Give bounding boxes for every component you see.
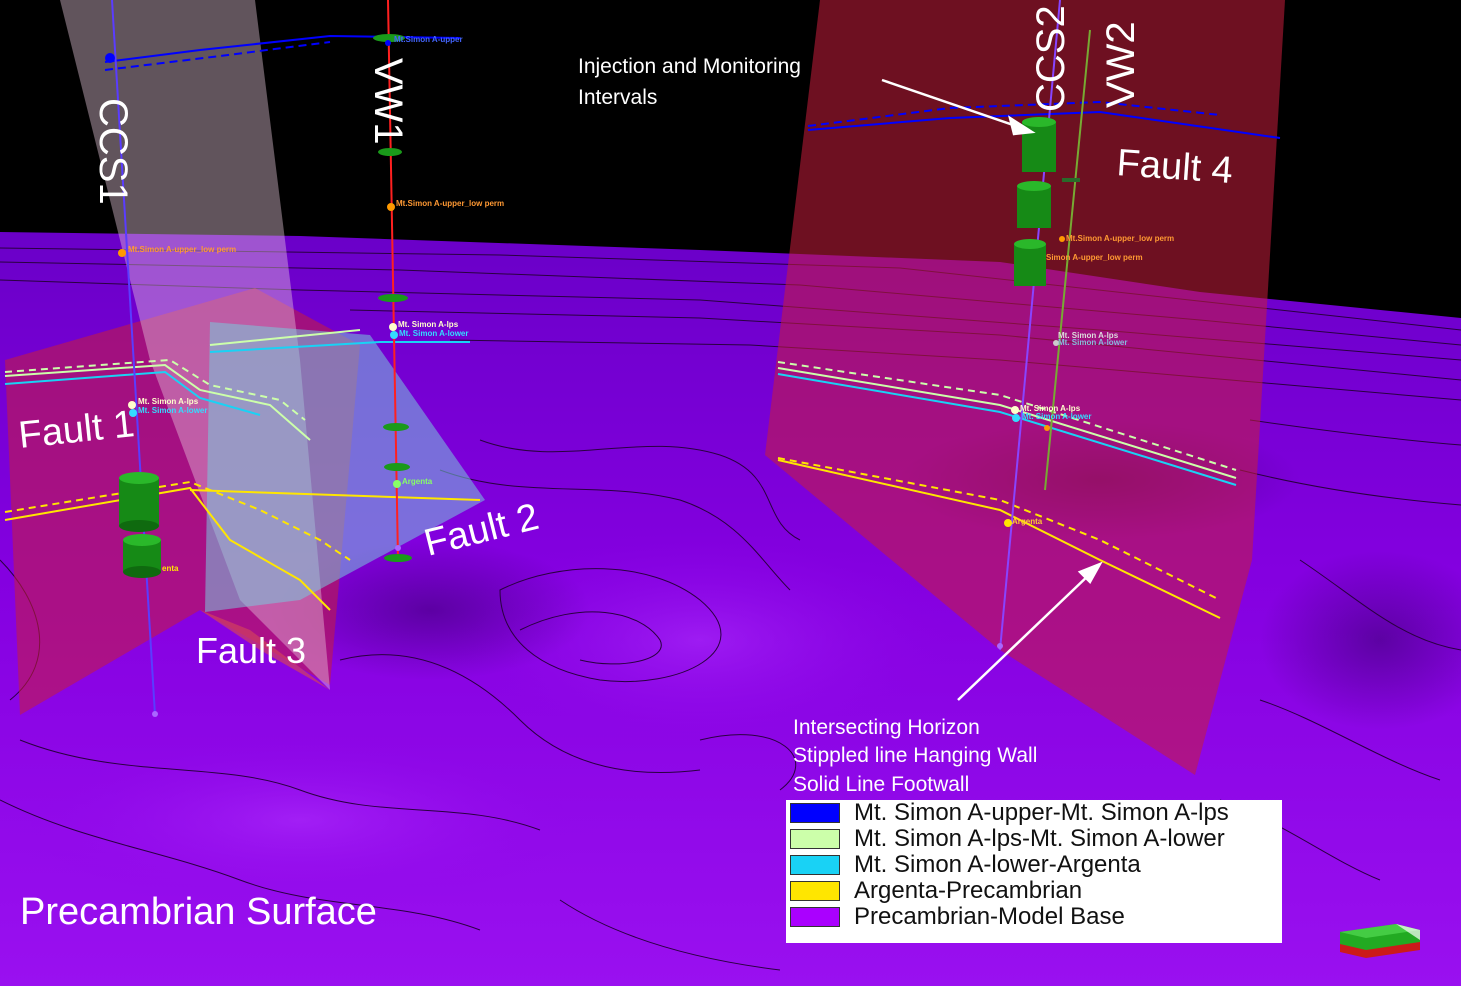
legend-label: Precambrian-Model Base <box>854 903 1125 930</box>
legend-label: Mt. Simon A-upper-Mt. Simon A-lps <box>854 799 1229 826</box>
vw1-marker-lower: Mt. Simon A-lower <box>399 329 468 338</box>
horizon-note-line-2: Stippled line Hanging Wall <box>793 744 1037 767</box>
vw2-marker-upper-low-perm: Mt.Simon A-upper_low perm <box>1066 234 1174 243</box>
horizon-note-line-1: Intersecting Horizon <box>793 716 980 739</box>
vw1-marker-lps: Mt. Simon A-lps <box>398 320 459 329</box>
ccs1-injection-cylinders <box>119 472 161 578</box>
legend-item: Argenta-Precambrian <box>790 877 1282 904</box>
legend-label: Argenta-Precambrian <box>854 877 1083 904</box>
legend-item: Mt. Simon A-lps-Mt. Simon A-lower <box>790 825 1282 852</box>
ccs1-marker-lps: Mt. Simon A-lps <box>138 397 199 406</box>
fault-label-3: Fault 3 <box>196 630 306 671</box>
injection-note-line-1: Injection and Monitoring <box>578 55 801 78</box>
well-label-vw1: VW1 <box>366 58 410 145</box>
ccs2-marker-lower: Mt. Simon A-lower <box>1022 412 1091 421</box>
legend-swatch <box>790 881 840 901</box>
precambrian-surface-label: Precambrian Surface <box>20 891 377 933</box>
legend-swatch <box>790 907 840 927</box>
legend-item: Precambrian-Model Base <box>790 903 1282 930</box>
legend: Mt. Simon A-upper-Mt. Simon A-lps Mt. Si… <box>786 799 1282 943</box>
vw1-marker-upper-low-perm: Mt.Simon A-upper_low perm <box>396 199 504 208</box>
horizon-note-line-3: Solid Line Footwall <box>793 773 969 796</box>
ccs1-marker-upper-low-perm: Mt.Simon A-upper_low perm <box>128 245 236 254</box>
well-label-ccs2: CCS2 <box>1029 5 1073 112</box>
fault-label-4: Fault 4 <box>1115 142 1234 192</box>
orientation-cube-icon[interactable] <box>1336 918 1426 962</box>
ccs1-marker-argenta: enta <box>162 564 179 573</box>
vw1-marker-upper: Mt.Simon A-upper <box>394 35 463 44</box>
legend-swatch <box>790 829 840 849</box>
legend-label: Mt. Simon A-lower-Argenta <box>854 851 1141 878</box>
legend-swatch <box>790 855 840 875</box>
ccs2-marker-argenta: Argenta <box>1012 517 1043 526</box>
legend-label: Mt. Simon A-lps-Mt. Simon A-lower <box>854 825 1225 852</box>
legend-swatch <box>790 803 840 823</box>
legend-item: Mt. Simon A-lower-Argenta <box>790 851 1282 878</box>
vw1-marker-argenta: Argenta <box>402 477 433 486</box>
vw2-marker-lower: Mt. Simon A-lower <box>1058 338 1127 347</box>
ccs2-marker-upper-low-perm: Simon A-upper_low perm <box>1046 253 1143 262</box>
well-label-ccs1: CCS1 <box>91 98 135 205</box>
legend-item: Mt. Simon A-upper-Mt. Simon A-lps <box>790 799 1282 826</box>
well-label-vw2: VW2 <box>1099 21 1143 108</box>
ccs1-marker-lower: Mt. Simon A-lower <box>138 406 207 415</box>
frame-border <box>0 986 1461 992</box>
injection-note-line-2: Intervals <box>578 86 657 109</box>
